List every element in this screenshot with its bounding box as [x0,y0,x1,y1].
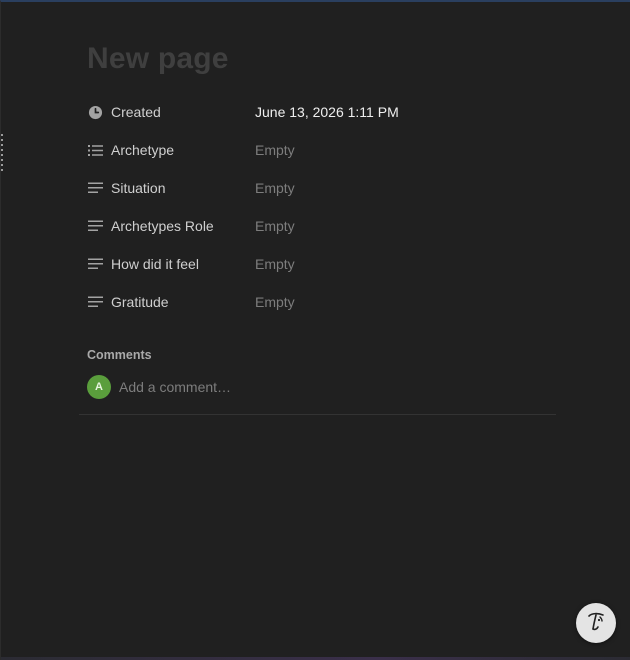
clock-icon [87,104,103,120]
comment-input[interactable] [119,379,419,395]
property-value[interactable]: Empty [255,294,295,310]
property-label: Archetype [111,142,175,158]
properties-list: Created June 13, 2026 1:11 PM Archetype [87,93,557,321]
comments-heading: Comments [87,348,152,362]
property-value[interactable]: Empty [255,256,295,272]
property-name[interactable]: Archetype [87,142,255,158]
property-value[interactable]: Empty [255,180,295,196]
resize-handle[interactable] [1,134,4,194]
property-row-gratitude[interactable]: Gratitude Empty [87,283,557,321]
text-lines-icon [87,294,103,310]
property-value[interactable]: Empty [255,218,295,234]
property-row-how-did-it-feel[interactable]: How did it feel Empty [87,245,557,283]
help-button[interactable] [576,603,616,643]
property-row-archetypes-role[interactable]: Archetypes Role Empty [87,207,557,245]
text-lines-icon [87,180,103,196]
property-label: Situation [111,180,166,196]
property-name[interactable]: Archetypes Role [87,218,255,234]
property-row-created[interactable]: Created June 13, 2026 1:11 PM [87,93,557,131]
property-name[interactable]: Gratitude [87,294,255,310]
comment-composer: A [87,375,419,399]
page-title[interactable]: New page [87,42,229,76]
divider [79,414,556,415]
property-row-situation[interactable]: Situation Empty [87,169,557,207]
page-peek-window: New page Created June 13, 2026 1:11 PM A… [0,0,630,660]
text-lines-icon [87,218,103,234]
property-label: How did it feel [111,256,199,272]
property-value[interactable]: Empty [255,142,295,158]
avatar: A [87,375,111,399]
notion-face-icon [584,609,608,638]
property-name[interactable]: Created [87,104,255,120]
property-name[interactable]: How did it feel [87,256,255,272]
text-lines-icon [87,256,103,272]
property-row-archetype[interactable]: Archetype Empty [87,131,557,169]
property-label: Gratitude [111,294,169,310]
property-label: Created [111,104,161,120]
property-value: June 13, 2026 1:11 PM [255,104,399,120]
list-icon [87,142,103,158]
property-name[interactable]: Situation [87,180,255,196]
property-label: Archetypes Role [111,218,214,234]
